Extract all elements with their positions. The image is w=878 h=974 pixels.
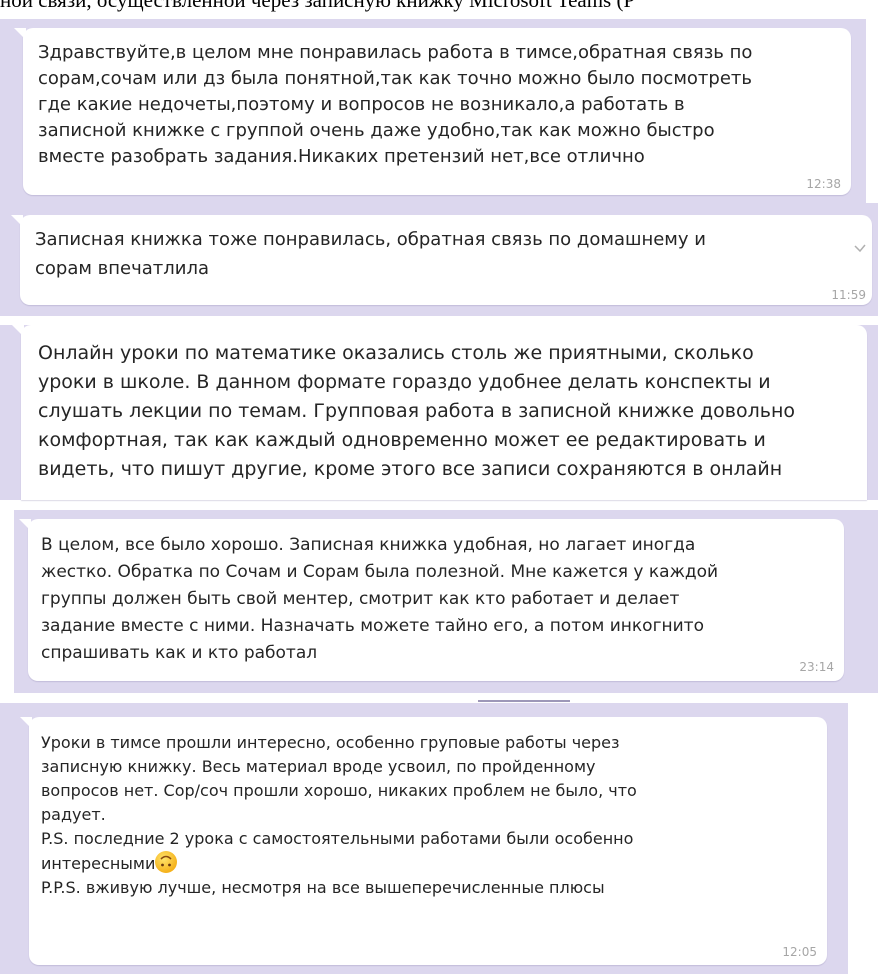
message-time-1: 12:38: [806, 177, 841, 191]
message-time-2: 11:59: [831, 288, 866, 302]
message-text-2: Записная книжка тоже понравилась, обратн…: [35, 229, 706, 279]
chat-panel-3: Онлайн уроки по математике оказались сто…: [0, 325, 878, 500]
message-bubble-5[interactable]: Уроки в тимсе прошли интересно, особенно…: [20, 717, 827, 965]
chat-panel-4: В целом, все было хорошо. Записная книжк…: [14, 510, 878, 693]
upside-down-face-icon: [155, 851, 178, 873]
message-bubble-1[interactable]: Здравствуйте,в целом мне понравилась раб…: [14, 28, 851, 195]
message-text-1: Здравствуйте,в целом мне понравилась раб…: [38, 42, 753, 167]
chat-panel-5: Уроки в тимсе прошли интересно, особенно…: [0, 703, 848, 974]
message-text-5-main: Уроки в тимсе прошли интересно, особенно…: [41, 733, 637, 873]
message-bubble-4[interactable]: В целом, все было хорошо. Записная книжк…: [19, 519, 844, 681]
unread-divider: [478, 700, 570, 702]
message-time-4: 23:14: [799, 660, 834, 674]
chat-panel-1: Здравствуйте,в целом мне понравилась раб…: [0, 19, 866, 203]
message-text-5-ps: P.P.S. вживую лучше, несмотря на все выш…: [41, 878, 605, 897]
read-check-icon: [854, 244, 866, 253]
chat-panel-2: Записная книжка тоже понравилась, обратн…: [0, 203, 878, 316]
message-text-4: В целом, все было хорошо. Записная книжк…: [41, 535, 719, 663]
document-caption: ной связи, осуществленной через записную…: [0, 0, 636, 12]
message-text-3: Онлайн уроки по математике оказались сто…: [38, 342, 796, 480]
message-bubble-2[interactable]: Записная книжка тоже понравилась, обратн…: [11, 215, 872, 305]
message-bubble-3[interactable]: Онлайн уроки по математике оказались сто…: [12, 325, 867, 500]
message-time-5: 12:05: [782, 945, 817, 959]
message-text-5: Уроки в тимсе прошли интересно, особенно…: [41, 731, 637, 900]
